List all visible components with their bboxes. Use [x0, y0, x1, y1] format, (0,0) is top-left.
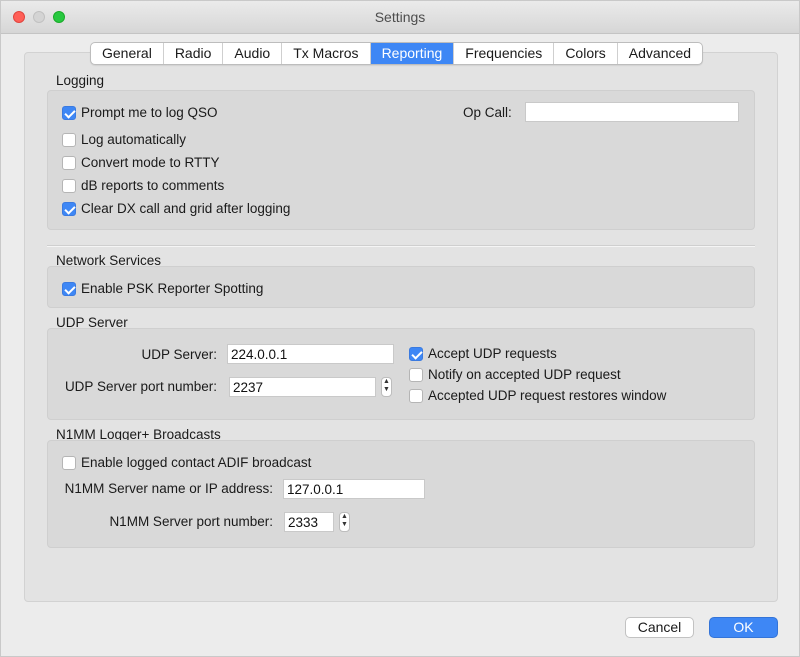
tab-general[interactable]: General	[91, 43, 164, 64]
checkbox-box[interactable]	[409, 388, 423, 403]
tab-colors[interactable]: Colors	[554, 43, 618, 64]
checkbox-label: Accept UDP requests	[428, 346, 557, 361]
checkbox-label: Enable PSK Reporter Spotting	[81, 281, 264, 296]
checkbox-label: Notify on accepted UDP request	[428, 367, 621, 382]
udp-port-input[interactable]	[229, 377, 376, 397]
udp-restores-window-checkbox[interactable]: Accepted UDP request restores window	[409, 388, 666, 403]
tab-audio[interactable]: Audio	[223, 43, 283, 64]
tab-tx-macros[interactable]: Tx Macros	[282, 43, 371, 64]
prompt-log-qso-checkbox[interactable]: Prompt me to log QSO	[62, 105, 218, 120]
n1mm-server-input[interactable]	[283, 479, 425, 499]
logging-section-title: Logging	[56, 73, 105, 88]
convert-mode-rtty-checkbox[interactable]: Convert mode to RTTY	[62, 155, 220, 170]
op-call-label: Op Call:	[463, 105, 512, 120]
notify-accepted-udp-checkbox[interactable]: Notify on accepted UDP request	[409, 367, 621, 382]
n1mm-port-label: N1MM Server port number:	[109, 514, 273, 529]
tab-bar: General Radio Audio Tx Macros Reporting …	[90, 42, 704, 65]
enable-psk-reporter-checkbox[interactable]: Enable PSK Reporter Spotting	[62, 281, 263, 296]
udp-port-label: UDP Server port number:	[64, 379, 217, 394]
checkbox-label: Clear DX call and grid after logging	[81, 201, 291, 216]
title-bar: Settings	[1, 1, 799, 34]
checkbox-label: Prompt me to log QSO	[81, 105, 218, 120]
window-title: Settings	[374, 9, 426, 25]
settings-window: Settings General Radio Audio Tx Macros R…	[0, 0, 800, 657]
udp-server-group	[47, 328, 755, 420]
log-automatically-checkbox[interactable]: Log automatically	[62, 132, 186, 147]
tab-reporting[interactable]: Reporting	[370, 43, 455, 64]
ok-button[interactable]: OK	[709, 617, 778, 638]
checkbox-label: Enable logged contact ADIF broadcast	[81, 455, 312, 470]
cancel-button[interactable]: Cancel	[625, 617, 694, 638]
db-reports-comments-checkbox[interactable]: dB reports to comments	[62, 178, 224, 193]
tab-frequencies[interactable]: Frequencies	[454, 43, 555, 64]
udp-server-input[interactable]	[227, 344, 394, 364]
checkbox-label: Accepted UDP request restores window	[428, 388, 667, 403]
checkbox-label: Log automatically	[81, 132, 187, 147]
checkbox-box[interactable]	[62, 105, 76, 120]
checkbox-box[interactable]	[62, 155, 76, 170]
enable-adif-broadcast-checkbox[interactable]: Enable logged contact ADIF broadcast	[62, 455, 311, 470]
tab-advanced[interactable]: Advanced	[618, 43, 702, 64]
checkbox-box[interactable]	[62, 178, 76, 193]
tab-radio[interactable]: Radio	[164, 43, 224, 64]
n1mm-server-label: N1MM Server name or IP address:	[64, 481, 273, 496]
checkbox-box[interactable]	[62, 132, 76, 147]
checkbox-box[interactable]	[409, 367, 423, 382]
n1mm-port-input[interactable]	[284, 512, 334, 532]
checkbox-box[interactable]	[62, 455, 76, 470]
checkbox-box[interactable]	[62, 201, 76, 216]
n1mm-port-stepper[interactable]: ▲ ▼	[339, 512, 350, 532]
udp-server-label: UDP Server:	[141, 347, 217, 362]
checkbox-label: Convert mode to RTTY	[81, 155, 220, 170]
op-call-input[interactable]	[525, 102, 739, 122]
udp-port-stepper[interactable]: ▲ ▼	[381, 377, 392, 397]
section-separator	[47, 245, 755, 247]
accept-udp-requests-checkbox[interactable]: Accept UDP requests	[409, 346, 557, 361]
checkbox-label: dB reports to comments	[81, 178, 225, 193]
clear-dx-call-checkbox[interactable]: Clear DX call and grid after logging	[62, 201, 290, 216]
checkbox-box[interactable]	[62, 281, 76, 296]
checkbox-box[interactable]	[409, 346, 423, 361]
